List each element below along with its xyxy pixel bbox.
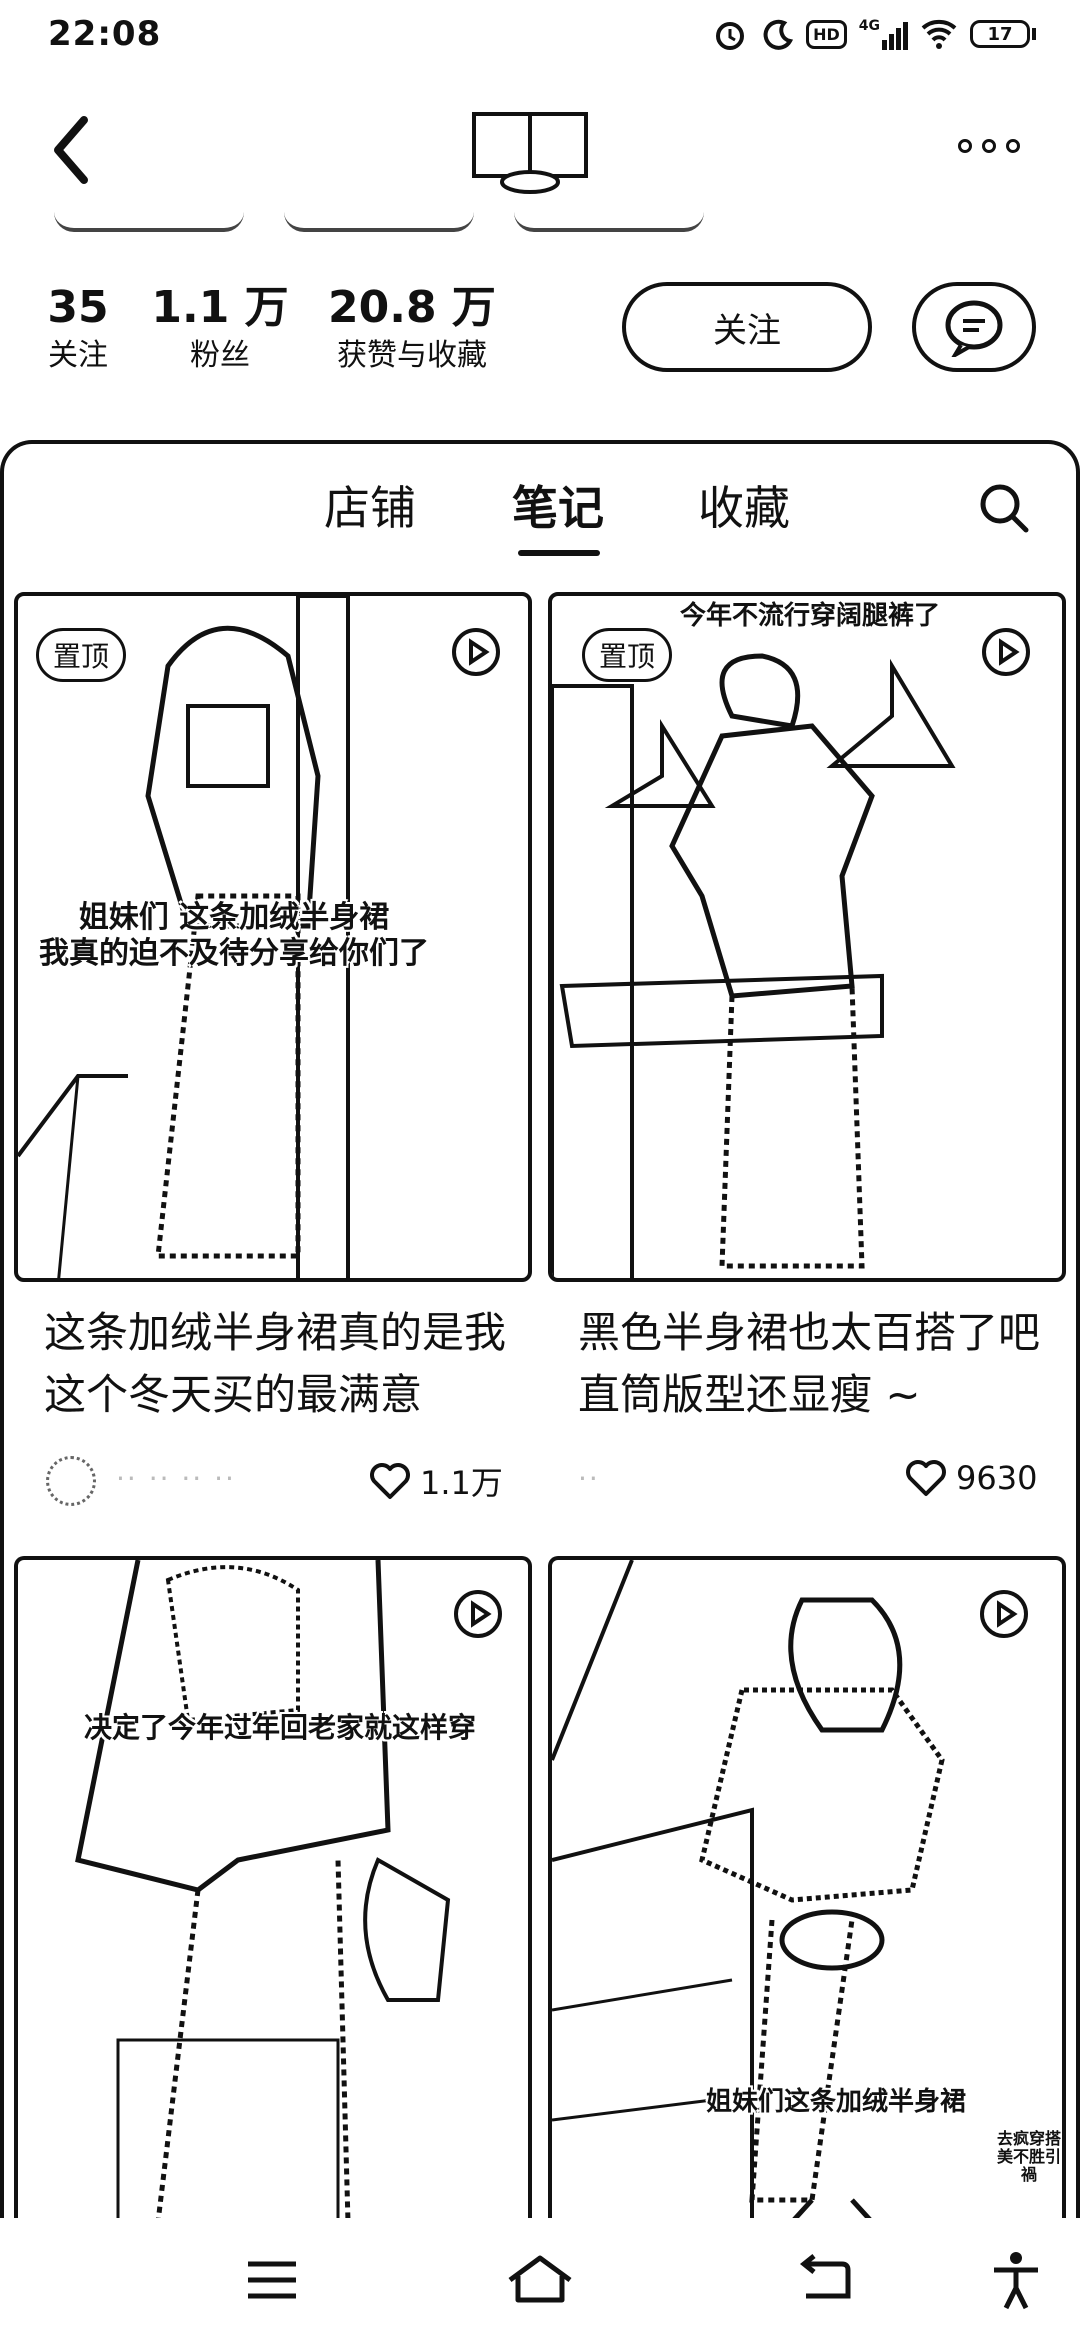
- back-arrow-icon[interactable]: [790, 2250, 862, 2310]
- clock: 22:08: [48, 14, 162, 54]
- profile-tag: [514, 212, 704, 232]
- hd-icon: HD: [806, 19, 847, 49]
- fans-count: 1.1 万: [151, 282, 289, 333]
- note-card-image[interactable]: [548, 592, 1066, 1282]
- note-title[interactable]: 这条加绒半身裙真的是我这个冬天买的最满意: [44, 1302, 544, 1426]
- likes-count: 20.8 万: [328, 282, 496, 333]
- tab-notes[interactable]: 笔记: [512, 478, 604, 538]
- heart-icon: [370, 1463, 410, 1499]
- dot-icon: [1006, 139, 1020, 153]
- pinned-badge: 置顶: [36, 628, 127, 682]
- profile-tag: [284, 212, 474, 232]
- moon-icon: [763, 19, 794, 50]
- likes-label: 获赞与收藏: [337, 338, 487, 373]
- pinned-badge: 置顶: [582, 628, 673, 682]
- video-caption: 今年不流行穿阔腿裤了: [679, 601, 940, 631]
- like-count[interactable]: 9630: [904, 1458, 1037, 1498]
- profile-tag: [54, 212, 244, 232]
- chat-bubble-icon: [945, 300, 1003, 357]
- play-icon: [980, 1590, 1028, 1638]
- accessibility-icon[interactable]: [980, 2250, 1052, 2310]
- signal-icon: 4G: [859, 18, 908, 50]
- video-caption: 决定了今年过年回老家就这样穿: [83, 1711, 476, 1744]
- video-caption: 姐妹们这条加绒半身裙: [705, 2087, 966, 2117]
- note-title[interactable]: 黑色半身裙也太百搭了吧 直筒版型还显瘦 ~: [578, 1302, 1078, 1426]
- author-avatar[interactable]: [46, 1456, 96, 1506]
- outfit-photo-sketch: [75, 1560, 451, 2218]
- note-card-image[interactable]: [14, 1556, 532, 2218]
- author-name-blurred[interactable]: ··: [578, 1462, 638, 1495]
- back-chevron-icon[interactable]: [44, 108, 104, 192]
- profile-tags-row: [54, 212, 954, 232]
- battery-icon: 17: [970, 20, 1036, 48]
- following-stat[interactable]: 35 关注: [38, 280, 118, 376]
- folding-phone-icon: [472, 112, 588, 194]
- fans-label: 粉丝: [190, 338, 250, 373]
- status-icons: HD 4G 17: [712, 16, 1036, 52]
- like-count[interactable]: 1.1万: [368, 1458, 503, 1504]
- video-caption: 姐妹们 这条加绒半身裙 我真的迫不及待分享给你们了: [39, 900, 429, 971]
- tab-favorites[interactable]: 收藏: [698, 478, 790, 538]
- play-icon: [452, 628, 500, 676]
- alarm-icon: [716, 22, 745, 50]
- active-tab-indicator: [518, 550, 600, 556]
- wifi-icon: [921, 19, 957, 49]
- like-count-value: 1.1万: [420, 1464, 503, 1502]
- author-name-blurred[interactable]: ·· ·· ·· ··: [116, 1462, 316, 1495]
- watermark-badge: 去疯穿搭 美不胜引禍: [996, 2129, 1061, 2184]
- play-icon: [982, 628, 1030, 676]
- home-icon[interactable]: [504, 2250, 576, 2310]
- tab-shop[interactable]: 店铺: [324, 478, 416, 538]
- chat-button[interactable]: [912, 282, 1036, 372]
- more-options-button[interactable]: [958, 128, 1030, 164]
- like-count-value: 9630: [956, 1459, 1038, 1497]
- follow-button[interactable]: 关注: [622, 282, 872, 372]
- fans-stat[interactable]: 1.1 万 粉丝: [150, 280, 290, 376]
- following-count: 35: [47, 282, 109, 333]
- status-bar: 22:08 HD 4G 17: [0, 0, 1080, 80]
- dot-icon: [982, 139, 996, 153]
- menu-icon[interactable]: [236, 2250, 308, 2310]
- outfit-photo-sketch: [552, 653, 956, 1278]
- search-icon[interactable]: [976, 480, 1032, 536]
- play-icon: [454, 1590, 502, 1638]
- heart-icon: [906, 1460, 946, 1496]
- likes-stat[interactable]: 20.8 万 获赞与收藏: [322, 280, 502, 376]
- following-label: 关注: [48, 338, 108, 373]
- dot-icon: [958, 139, 972, 153]
